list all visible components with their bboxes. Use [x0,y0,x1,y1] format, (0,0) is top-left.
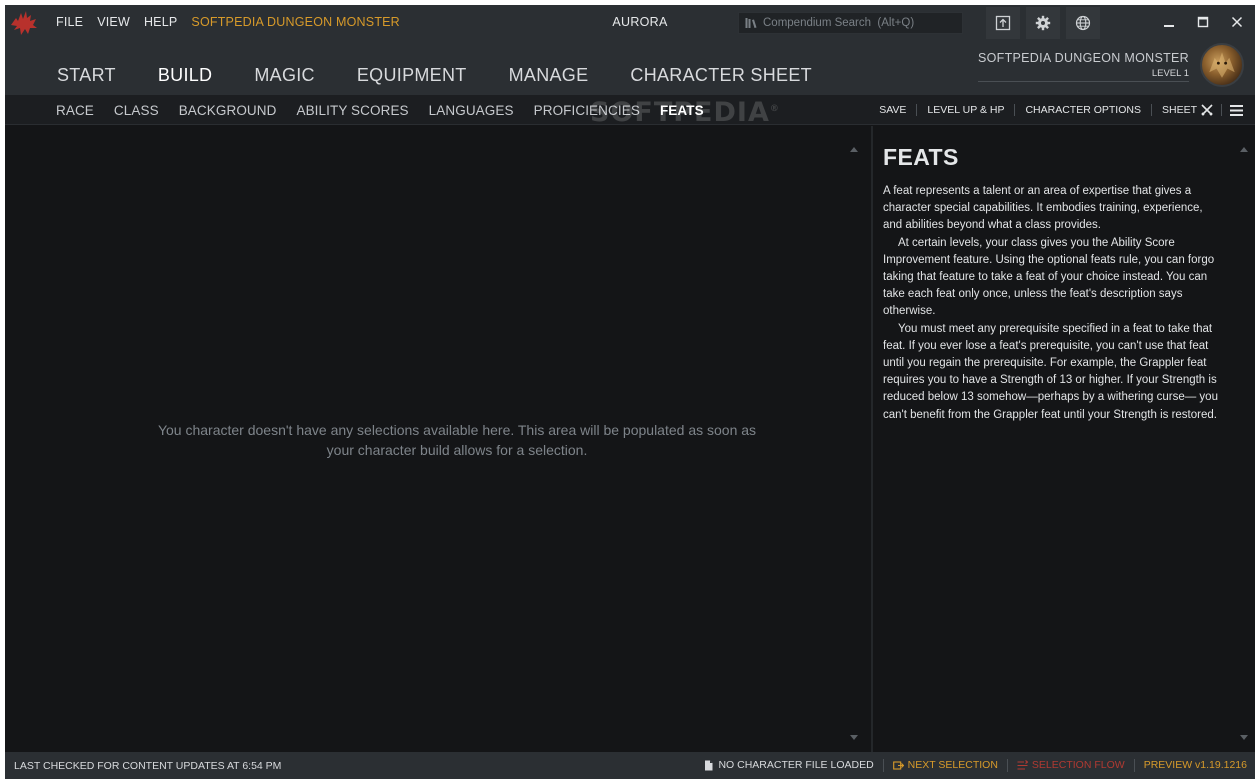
upload-button[interactable] [986,7,1020,39]
file-status: NO CHARACTER FILE LOADED [694,759,884,772]
subtab-race[interactable]: RACE [56,103,94,118]
scroll-down-arrow-icon[interactable] [849,734,859,742]
avatar[interactable] [1200,43,1244,87]
build-actions: SAVE LEVEL UP & HP CHARACTER OPTIONS SHE… [869,104,1243,116]
selection-pane: You character doesn't have any selection… [5,126,871,752]
subtab-ability-scores[interactable]: ABILITY SCORES [296,103,408,118]
subtab-class[interactable]: CLASS [114,103,159,118]
compendium-search-input[interactable] [763,17,962,29]
maximize-button[interactable] [1191,11,1215,33]
title-bar: FILE VIEW HELP SOFTPEDIA DUNGEON MONSTER… [5,5,1255,102]
tab-manage[interactable]: MANAGE [509,65,589,95]
scroll-down-arrow-icon[interactable] [1239,734,1249,742]
selection-flow-button[interactable]: SELECTION FLOW [1008,759,1135,772]
language-button[interactable] [1066,7,1100,39]
menu-bar: FILE VIEW HELP SOFTPEDIA DUNGEON MONSTER [56,15,400,31]
description-body: A feat represents a talent or an area of… [883,183,1223,424]
sheet-button[interactable]: SHEET [1152,104,1201,116]
menu-view[interactable]: VIEW [97,15,130,31]
character-level: LEVEL 1 [978,68,1189,82]
version-label[interactable]: PREVIEW v1.19.1216 [1135,759,1247,772]
character-options-button[interactable]: CHARACTER OPTIONS [1015,104,1152,116]
file-status-label: NO CHARACTER FILE LOADED [718,759,874,771]
settings-button[interactable] [1026,7,1060,39]
menu-file[interactable]: FILE [56,15,83,31]
content-update-status: LAST CHECKED FOR CONTENT UPDATES AT 6:54… [14,760,282,772]
character-portrait-icon [1209,52,1235,78]
description-title: FEATS [883,144,959,170]
list-flow-icon [1017,760,1028,770]
tab-start[interactable]: START [57,65,116,95]
close-icon [1231,16,1243,28]
globe-icon [1075,15,1091,31]
subtab-languages[interactable]: LANGUAGES [429,103,514,118]
empty-selection-message: You character doesn't have any selection… [157,422,757,458]
toolbar-divider [1221,104,1222,116]
description-paragraph: You must meet any prerequisite specified… [883,322,1218,421]
build-subnav: RACE CLASS BACKGROUND ABILITY SCORES LAN… [5,95,1255,128]
character-name: SOFTPEDIA DUNGEON MONSTER [978,51,1189,65]
scroll-up-arrow-icon[interactable] [1239,145,1249,153]
menu-help[interactable]: HELP [144,15,177,31]
main-navigation: START BUILD MAGIC EQUIPMENT MANAGE CHARA… [57,65,854,102]
scroll-up-arrow-icon[interactable] [849,145,859,153]
gear-icon [1035,15,1051,31]
next-selection-button[interactable]: NEXT SELECTION [884,759,1008,772]
minimize-button[interactable] [1157,11,1181,33]
next-selection-label: NEXT SELECTION [907,759,998,771]
level-up-hp-button[interactable]: LEVEL UP & HP [917,104,1016,116]
dragon-logo-icon[interactable] [9,9,39,37]
watermark-text: SOFTPEDIA [590,97,770,128]
tab-character-sheet[interactable]: CHARACTER SHEET [630,65,812,95]
softpedia-watermark: SOFTPEDIA® [590,97,780,128]
watermark-registered-mark: ® [769,104,780,114]
app-title: AURORA [612,15,668,29]
description-paragraph: At certain levels, your class gives you … [883,236,1215,318]
status-right: NO CHARACTER FILE LOADED NEXT SELECTION … [694,759,1247,772]
crossed-swords-icon[interactable] [1201,104,1213,116]
app-window: FILE VIEW HELP SOFTPEDIA DUNGEON MONSTER… [5,5,1255,779]
menu-character-name[interactable]: SOFTPEDIA DUNGEON MONSTER [191,15,400,31]
character-summary[interactable]: SOFTPEDIA DUNGEON MONSTER LEVEL 1 [978,51,1189,82]
save-button[interactable]: SAVE [869,104,918,116]
maximize-icon [1197,16,1209,28]
close-window-button[interactable] [1225,11,1249,33]
hamburger-menu-icon[interactable] [1230,104,1243,116]
description-pane: FEATS A feat represents a talent or an a… [873,126,1255,752]
status-bar: LAST CHECKED FOR CONTENT UPDATES AT 6:54… [5,752,1255,779]
selection-flow-label: SELECTION FLOW [1031,759,1125,771]
tab-build[interactable]: BUILD [158,65,213,102]
tab-magic[interactable]: MAGIC [254,65,315,95]
next-selection-icon [892,761,904,770]
document-icon [705,760,713,771]
subtab-background[interactable]: BACKGROUND [179,103,277,118]
books-icon [745,18,757,28]
upload-icon [995,15,1011,31]
tab-equipment[interactable]: EQUIPMENT [357,65,467,95]
minimize-icon [1164,25,1174,27]
compendium-search-box[interactable] [738,12,963,34]
description-paragraph: A feat represents a talent or an area of… [883,185,1203,232]
